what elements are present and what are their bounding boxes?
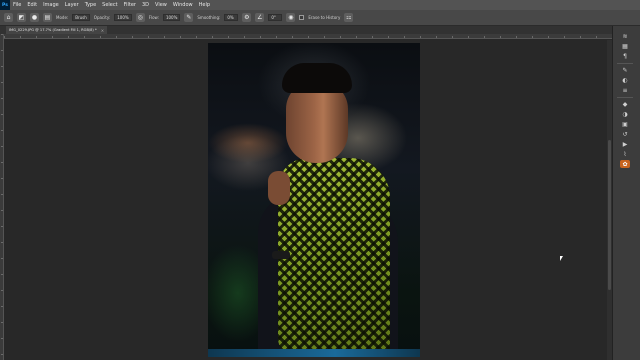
adjustments-icon[interactable]: ◐ [620,76,630,84]
subject-hand [268,171,290,205]
scrollbar-thumb[interactable] [608,140,611,290]
panel-separator [617,97,633,98]
airbrush-icon[interactable]: ✎ [184,13,194,22]
document-tab-bar: IMG_0229.JPG @ 17.7% (Gradient Fill 1, R… [0,26,612,34]
horizontal-ruler [4,34,612,39]
subject-scarf [278,158,390,357]
symmetry-icon[interactable]: ⚏ [344,13,354,22]
brush-preset-icon[interactable]: ● [30,13,39,22]
home-icon[interactable]: ⌂ [4,13,13,22]
angle-icon[interactable]: ∠ [255,13,265,22]
menu-filter[interactable]: Filter [121,0,139,10]
erase-to-history-label: Erase to History [308,15,341,20]
smoothing-field[interactable]: 0% [224,14,239,21]
mode-select[interactable]: Brush [72,14,90,21]
layers-icon[interactable]: ▦ [620,42,630,50]
history-icon[interactable]: ↺ [620,130,630,138]
subject-face [286,81,348,163]
pressure-size-icon[interactable]: ◉ [286,13,296,22]
menu-type[interactable]: Type [82,0,99,10]
actions-icon[interactable]: ▶ [620,140,630,148]
menu-bar: Ps File Edit Image Layer Type Select Fil… [0,0,640,10]
menu-3d[interactable]: 3D [139,0,152,10]
color-icon[interactable]: ◑ [620,110,630,118]
photoshop-logo-icon: Ps [0,0,10,10]
eraser-icon[interactable]: ◩ [17,13,26,22]
subject-hair [282,63,352,93]
menu-file[interactable]: File [10,0,24,10]
angle-field[interactable]: 0° [268,14,283,21]
swatches-icon[interactable]: ▣ [620,120,630,128]
properties-icon[interactable]: ≡ [620,86,630,94]
subject-watch [272,251,290,259]
menu-layer[interactable]: Layer [62,0,82,10]
menu-view[interactable]: View [152,0,170,10]
paths-icon[interactable]: ⌇ [620,150,630,158]
vertical-ruler [0,34,4,360]
opacity-label: Opacity: [93,15,111,20]
brush-settings-icon[interactable]: ≋ [620,32,630,40]
panel-dock: ≋ ▦ ¶ ✎ ◐ ≡ ◆ ◑ ▣ ↺ ▶ ⌇ ✿ [612,26,640,360]
menu-select[interactable]: Select [99,0,120,10]
shapes-icon[interactable]: ◆ [620,100,630,108]
flow-field[interactable]: 100% [162,14,181,21]
menu-window[interactable]: Window [170,0,196,10]
background-glow [208,123,288,163]
erase-to-history-checkbox[interactable] [299,15,305,20]
smoothing-label: Smoothing: [197,15,221,20]
libraries-icon[interactable]: ✿ [620,160,630,168]
gradient-strip [208,349,420,357]
mouse-cursor-icon [560,256,563,261]
menu-image[interactable]: Image [40,0,62,10]
menu-help[interactable]: Help [196,0,213,10]
flow-label: Flow: [148,15,159,20]
smoothing-settings-icon[interactable]: ⚙ [242,13,252,22]
brush-panel-icon[interactable]: ▤ [43,13,52,22]
brush-icon[interactable]: ✎ [620,66,630,74]
pressure-opacity-icon[interactable]: ◎ [135,13,145,22]
paragraph-icon[interactable]: ¶ [620,52,630,60]
opacity-field[interactable]: 100% [114,14,132,21]
document-tab-title: IMG_0229.JPG @ 17.7% (Gradient Fill 1, R… [9,28,97,32]
mode-label: Mode: [56,15,69,20]
close-icon[interactable]: × [101,28,104,33]
panel-separator [617,63,633,64]
document-canvas-image[interactable] [208,43,420,357]
document-tab[interactable]: IMG_0229.JPG @ 17.7% (Gradient Fill 1, R… [6,26,108,34]
options-bar: ⌂ ◩ ● ▤ Mode: Brush Opacity: 100% ◎ Flow… [0,10,640,26]
menu-edit[interactable]: Edit [24,0,40,10]
